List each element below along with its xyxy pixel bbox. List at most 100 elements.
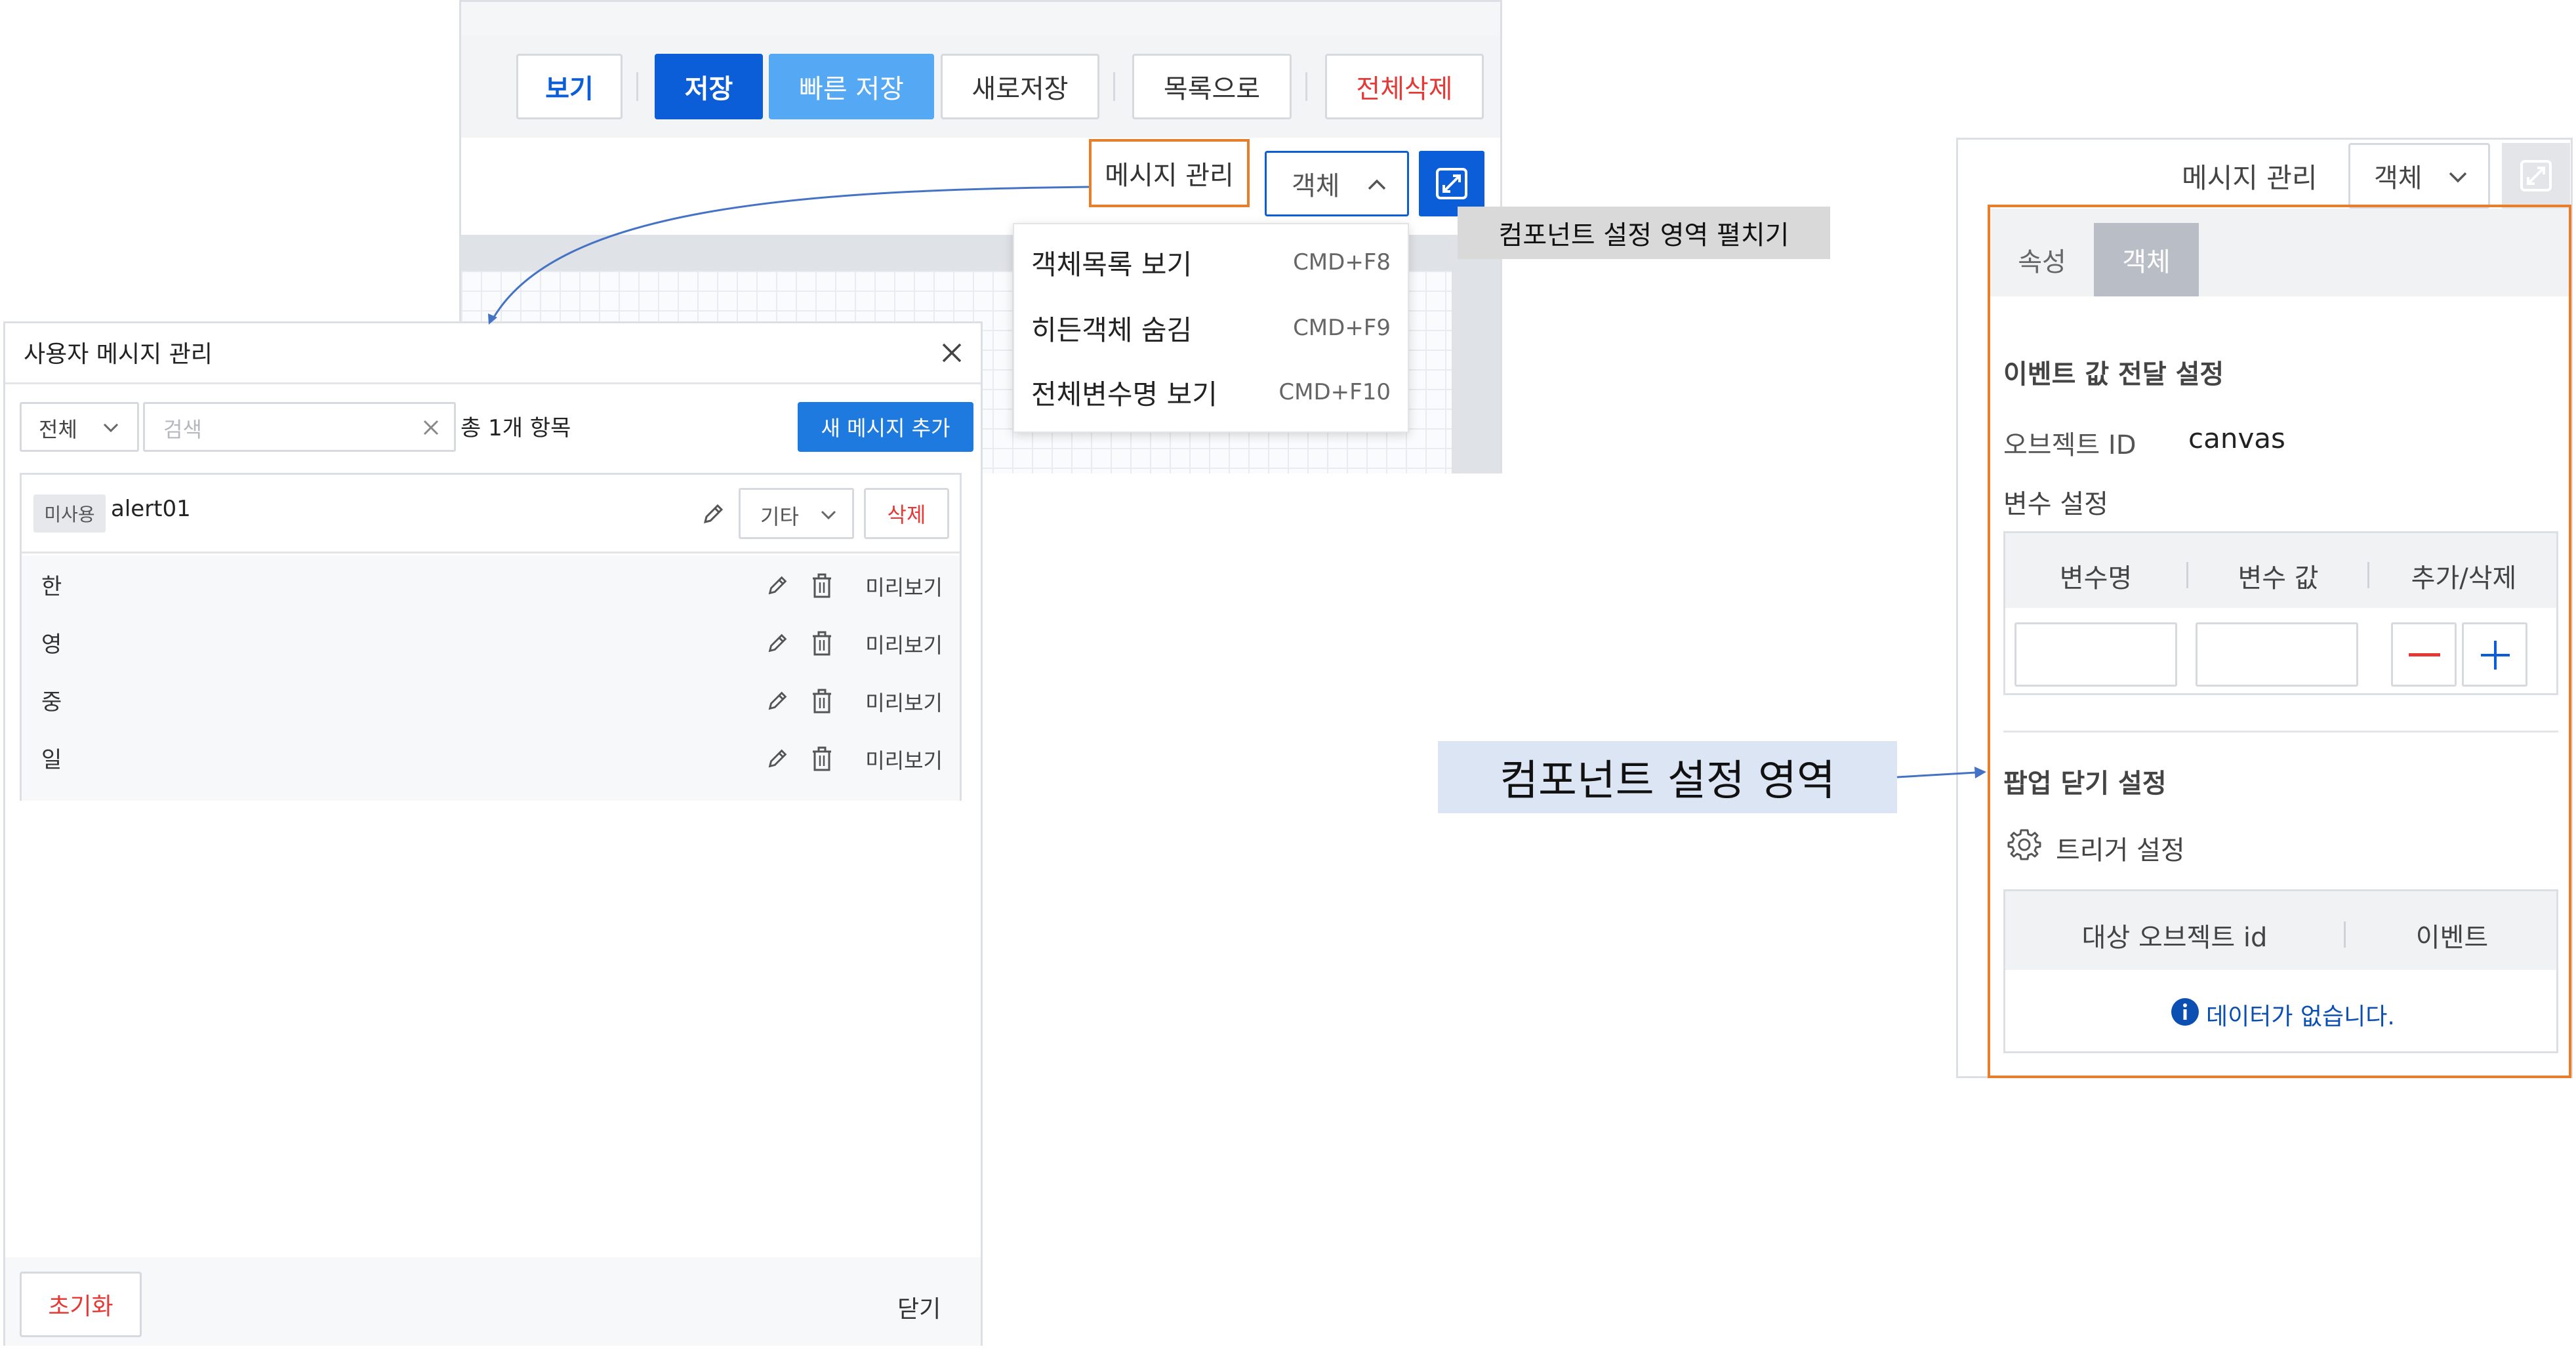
list-item-ja: 일 미리보기 (22, 730, 960, 788)
preview-link[interactable]: 미리보기 (865, 571, 943, 601)
column-divider (2344, 921, 2346, 948)
section-divider (2003, 731, 2558, 733)
language-label: 일 (41, 747, 62, 773)
view-button[interactable]: 보기 (516, 54, 623, 119)
plus-icon (2480, 639, 2511, 671)
column-header: 변수명 (2059, 563, 2133, 594)
language-label: 중 (41, 689, 62, 715)
message-dialog: 사용자 메시지 관리 전체 검색 총 1개 항목 새 메시지 추가 미사용 al… (3, 321, 983, 1346)
delete-message-button[interactable]: 삭제 (864, 488, 949, 539)
toolbar-separator (636, 72, 638, 101)
quick-save-button[interactable]: 빠른 저장 (769, 54, 934, 119)
menu-item-object-list[interactable]: 객체목록 보기 CMD+F8 (1014, 230, 1408, 295)
expand-icon (2516, 156, 2556, 195)
expand-icon (1432, 164, 1471, 203)
chevron-down-icon (2446, 166, 2470, 190)
gear-icon[interactable] (2005, 825, 2044, 864)
column-divider (2367, 562, 2369, 588)
menu-item-label: 객체목록 보기 (1031, 248, 1193, 281)
save-button[interactable]: 저장 (655, 54, 763, 119)
right-message-manage-button[interactable]: 메시지 관리 (2182, 156, 2318, 196)
menu-item-label: 히든객체 숨김 (1031, 313, 1193, 346)
search-input[interactable]: 검색 (143, 402, 456, 452)
info-icon (2169, 996, 2201, 1028)
pencil-icon[interactable] (763, 744, 792, 773)
trash-icon[interactable] (808, 629, 836, 658)
dialog-title: 사용자 메시지 관리 (24, 341, 213, 368)
tab-properties[interactable]: 속성 (1990, 223, 2094, 296)
component-settings-area: 속성 객체 이벤트 값 전달 설정 오브젝트 ID canvas 변수 설정 변… (1988, 205, 2571, 1078)
variable-section-title: 변수 설정 (2003, 489, 2108, 519)
category-select[interactable]: 기타 (739, 488, 854, 539)
trigger-table: 대상 오브젝트 id 이벤트 데이터가 없습니다. (2003, 889, 2558, 1053)
chevron-up-icon (1365, 172, 1389, 196)
expand-tooltip-callout: 컴포넌트 설정 영역 펼치기 (1458, 207, 1830, 259)
dialog-divider (5, 382, 981, 384)
search-placeholder: 검색 (163, 417, 202, 442)
empty-message: 데이터가 없습니다. (2206, 1003, 2395, 1030)
to-list-button[interactable]: 목록으로 (1132, 54, 1292, 119)
collapse-panel-button[interactable] (2502, 143, 2570, 209)
tab-object[interactable]: 객체 (2094, 223, 2199, 296)
variable-value-input[interactable] (2196, 622, 2358, 687)
save-new-button[interactable]: 새로저장 (941, 54, 1099, 119)
message-list: 미사용 alert01 기타 삭제 한 미리보기 영 미리보기 중 미리보기 일… (20, 473, 962, 801)
preview-link[interactable]: 미리보기 (865, 629, 943, 659)
delete-all-button[interactable]: 전체삭제 (1325, 54, 1484, 119)
event-section-title: 이벤트 값 전달 설정 (2003, 359, 2224, 390)
add-message-button[interactable]: 새 메시지 추가 (798, 402, 973, 452)
column-header: 이벤트 (2415, 923, 2489, 953)
object-id-value: canvas (2188, 422, 2285, 454)
pencil-icon[interactable] (763, 687, 792, 715)
reset-button[interactable]: 초기화 (20, 1272, 142, 1337)
object-dropdown[interactable]: 객체 (1265, 151, 1409, 216)
minus-icon (2409, 652, 2440, 658)
trigger-label: 트리거 설정 (2056, 836, 2185, 866)
pencil-icon[interactable] (763, 629, 792, 658)
variable-name-input[interactable] (2014, 622, 2177, 687)
menu-item-shortcut: CMD+F8 (1293, 249, 1391, 275)
filter-select[interactable]: 전체 (20, 402, 139, 452)
component-area-callout: 컴포넌트 설정 영역 (1438, 741, 1897, 813)
total-count: 총 1개 항목 (460, 415, 571, 441)
object-dropdown-menu: 객체목록 보기 CMD+F8 히든객체 숨김 CMD+F9 전체변수명 보기 C… (1013, 223, 1409, 433)
preview-link[interactable]: 미리보기 (865, 687, 943, 717)
chevron-down-icon (817, 503, 840, 527)
category-select-value: 기타 (760, 504, 799, 529)
close-icon[interactable] (935, 336, 968, 369)
menu-item-label: 전체변수명 보기 (1031, 378, 1217, 411)
trash-icon[interactable] (808, 571, 836, 600)
column-header: 추가/삭제 (2411, 563, 2517, 594)
toolbar-separator (1113, 72, 1115, 101)
right-object-dropdown[interactable]: 객체 (2348, 143, 2490, 209)
column-header: 대상 오브젝트 id (2081, 923, 2268, 953)
object-dropdown-label: 객체 (1292, 171, 1340, 201)
preview-link[interactable]: 미리보기 (865, 744, 943, 775)
object-id-label: 오브젝트 ID (2003, 430, 2136, 460)
menu-item-variable-names[interactable]: 전체변수명 보기 CMD+F10 (1014, 359, 1408, 425)
status-badge: 미사용 (33, 494, 106, 533)
popup-close-title: 팝업 닫기 설정 (2003, 769, 2167, 799)
menu-item-shortcut: CMD+F9 (1293, 315, 1391, 341)
message-manage-button[interactable]: 메시지 관리 (1089, 139, 1250, 207)
variable-table: 변수명 변수 값 추가/삭제 (2003, 531, 2558, 695)
message-header-row[interactable]: 미사용 alert01 기타 삭제 (22, 475, 960, 554)
list-item-en: 영 미리보기 (22, 614, 960, 672)
toolbar-separator (1305, 72, 1307, 101)
remove-variable-button[interactable] (2391, 622, 2457, 687)
pencil-icon[interactable] (763, 571, 792, 600)
pencil-icon[interactable] (697, 498, 729, 530)
menu-item-hide-hidden[interactable]: 히든객체 숨김 CMD+F9 (1014, 295, 1408, 361)
close-dialog-button[interactable]: 닫기 (897, 1290, 941, 1324)
trash-icon[interactable] (808, 744, 836, 773)
menu-item-shortcut: CMD+F10 (1278, 379, 1391, 405)
add-variable-button[interactable] (2462, 622, 2527, 687)
language-label: 영 (41, 632, 62, 658)
right-object-dropdown-label: 객체 (2374, 163, 2423, 193)
component-area-callout-text: 컴포넌트 설정 영역 (1500, 757, 1835, 805)
trash-icon[interactable] (808, 687, 836, 715)
clear-icon[interactable] (418, 414, 444, 441)
expand-tooltip-text: 컴포넌트 설정 영역 펼치기 (1498, 220, 1789, 251)
column-divider (2186, 562, 2188, 588)
language-label: 한 (41, 574, 62, 600)
